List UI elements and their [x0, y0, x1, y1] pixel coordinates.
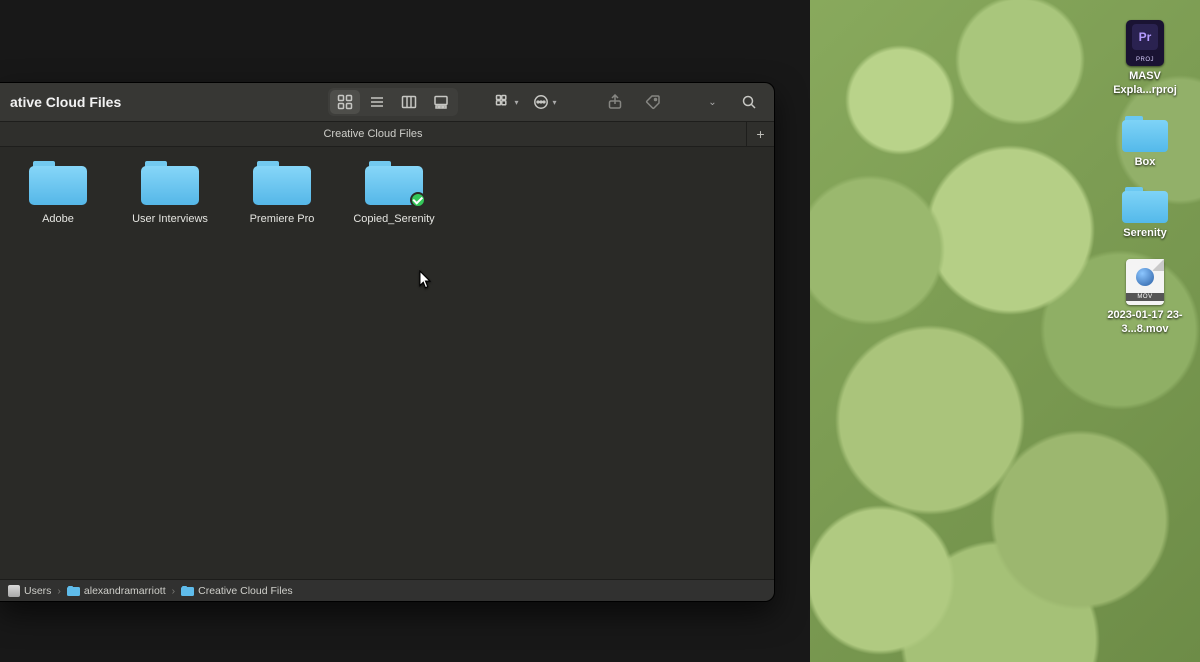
path-segment[interactable]: Users: [8, 585, 51, 597]
path-label: alexandramarriott: [84, 585, 166, 597]
quicktime-file-icon: MOV: [1126, 259, 1164, 305]
disk-icon: [8, 585, 20, 597]
chevron-down-icon: ▾: [514, 98, 518, 107]
finder-window: ative Cloud Files ▾ ▾: [0, 82, 775, 602]
chevron-down-icon: ▾: [552, 98, 556, 107]
folder-icon: [181, 586, 194, 596]
desktop-icons-column: PrPROJ MASV Expla...rproj Box Serenity M…: [1100, 20, 1190, 337]
finder-tabbar: Creative Cloud Files +: [0, 121, 774, 147]
window-title: ative Cloud Files: [10, 94, 121, 110]
finder-pathbar: Users › alexandramarriott › Creative Clo…: [0, 579, 774, 601]
premiere-project-icon: PrPROJ: [1126, 20, 1164, 66]
tags-button[interactable]: [638, 90, 668, 114]
finder-tab[interactable]: Creative Cloud Files: [0, 122, 746, 146]
list-icon: [369, 94, 385, 110]
path-segment[interactable]: alexandramarriott: [67, 585, 166, 597]
folder-icon: [253, 161, 311, 205]
column-view-button[interactable]: [394, 90, 424, 114]
desktop-item-premiere-project[interactable]: PrPROJ MASV Expla...rproj: [1100, 20, 1190, 98]
finder-content-area[interactable]: Adobe User Interviews Premiere Pro Copie…: [0, 147, 774, 579]
folder-icon: [365, 161, 423, 205]
desktop-item-label: Box: [1135, 156, 1156, 170]
desktop-item-label: 2023-01-17 23-3...8.mov: [1100, 309, 1190, 337]
plus-icon: +: [756, 126, 764, 142]
chevron-down-icon: ⌄: [708, 97, 716, 108]
folder-icon: [29, 161, 87, 205]
path-separator-icon: ›: [172, 585, 176, 597]
columns-icon: [401, 94, 417, 110]
share-button[interactable]: [600, 90, 630, 114]
tag-icon: [645, 94, 661, 110]
icon-view-button[interactable]: [330, 90, 360, 114]
folder-item[interactable]: User Interviews: [120, 161, 220, 226]
icon-grid: Adobe User Interviews Premiere Pro Copie…: [8, 161, 766, 226]
search-button[interactable]: [734, 90, 764, 114]
folder-item[interactable]: Copied_Serenity: [344, 161, 444, 226]
folder-item[interactable]: Adobe: [8, 161, 108, 226]
desktop-item-folder-box[interactable]: Box: [1100, 116, 1190, 170]
desktop-item-mov-file[interactable]: MOV 2023-01-17 23-3...8.mov: [1100, 259, 1190, 337]
view-switcher: [328, 88, 458, 116]
sync-complete-badge-icon: [410, 192, 426, 208]
item-label: Adobe: [42, 213, 74, 226]
group-icon: [495, 94, 511, 110]
finder-titlebar: ative Cloud Files ▾ ▾: [0, 83, 774, 121]
desktop-item-label: MASV Expla...rproj: [1100, 70, 1190, 98]
path-label: Users: [24, 585, 51, 597]
path-label: Creative Cloud Files: [198, 585, 293, 597]
grid-icon: [337, 94, 353, 110]
folder-icon: [1122, 187, 1168, 223]
item-label: User Interviews: [132, 213, 208, 226]
path-segment[interactable]: Creative Cloud Files: [181, 585, 293, 597]
desktop-item-label: Serenity: [1123, 227, 1166, 241]
folder-item[interactable]: Premiere Pro: [232, 161, 332, 226]
item-label: Premiere Pro: [250, 213, 315, 226]
group-by-button[interactable]: ▾: [492, 90, 522, 114]
share-icon: [607, 94, 623, 110]
toolbar-dropdown-button[interactable]: ⌄: [696, 90, 726, 114]
gallery-icon: [433, 94, 449, 110]
tab-label: Creative Cloud Files: [323, 128, 422, 140]
path-separator-icon: ›: [57, 585, 61, 597]
gallery-view-button[interactable]: [426, 90, 456, 114]
folder-icon: [1122, 116, 1168, 152]
search-icon: [741, 94, 757, 110]
ellipsis-circle-icon: [533, 94, 549, 110]
folder-icon: [67, 586, 80, 596]
item-label: Copied_Serenity: [353, 213, 434, 226]
folder-icon: [141, 161, 199, 205]
desktop-item-folder-serenity[interactable]: Serenity: [1100, 187, 1190, 241]
list-view-button[interactable]: [362, 90, 392, 114]
action-menu-button[interactable]: ▾: [530, 90, 560, 114]
new-tab-button[interactable]: +: [746, 122, 774, 146]
